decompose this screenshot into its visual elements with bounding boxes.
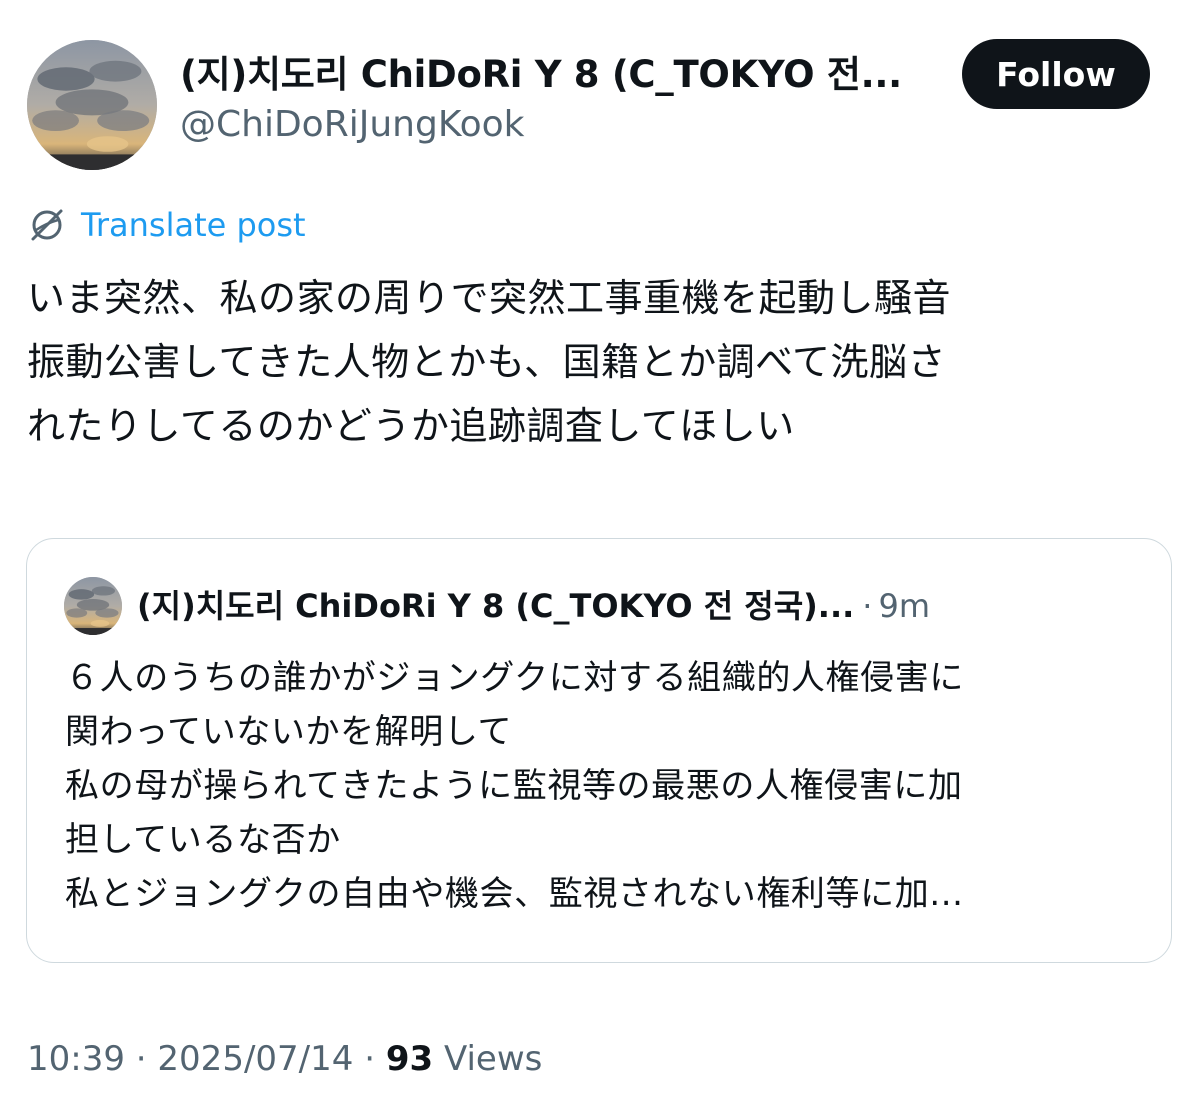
- post-line: いま突然、私の家の周りで突然工事重機を起動し騒音: [27, 276, 952, 320]
- author-handle[interactable]: @ChiDoRiJungKook: [180, 102, 525, 148]
- post-meta: 10:39 · 2025/07/14 · 93 Views: [27, 1036, 542, 1082]
- meta-separator: ·: [364, 1039, 376, 1079]
- post-date[interactable]: 2025/07/14: [157, 1039, 353, 1079]
- views-label: Views: [443, 1039, 543, 1079]
- follow-button[interactable]: Follow: [962, 39, 1150, 109]
- quoted-line: 私とジョングクの自由や機会、監視されない権利等に加...: [65, 874, 964, 914]
- post-time[interactable]: 10:39: [27, 1039, 125, 1079]
- post-line: れたりしてるのかどうか追跡調査してほしい: [27, 404, 795, 448]
- quoted-line: 担しているな否か: [65, 820, 341, 860]
- quoted-separator: ·: [862, 587, 873, 625]
- quoted-post-text: ６人のうちの誰かがジョングクに対する組織的人権侵害に 関わっていないかを解明して…: [65, 651, 1145, 921]
- translate-post-link[interactable]: Translate post: [27, 204, 306, 246]
- author-display-name[interactable]: (지)치도리 ChiDoRi Y 8 (C_TOKYO 전...: [180, 52, 940, 98]
- quoted-line: 私の母が操られてきたように監視等の最悪の人権侵害に加: [65, 766, 963, 806]
- quoted-post-card[interactable]: (지)치도리 ChiDoRi Y 8 (C_TOKYO 전 정국)... · 9…: [26, 538, 1172, 963]
- quoted-post-header: (지)치도리 ChiDoRi Y 8 (C_TOKYO 전 정국)... · 9…: [137, 583, 930, 629]
- meta-separator: ·: [135, 1039, 147, 1079]
- quoted-line: 関わっていないかを解明して: [65, 712, 513, 752]
- translate-globe-icon: [31, 209, 63, 241]
- post-line: 振動公害してきた人物とかも、国籍とか調べて洗脳さ: [27, 340, 947, 384]
- author-avatar[interactable]: [27, 40, 157, 170]
- sky-clouds-avatar-icon: [27, 40, 157, 170]
- quoted-author-avatar: [64, 577, 122, 635]
- translate-post-label: Translate post: [81, 206, 306, 244]
- quoted-author-name: (지)치도리 ChiDoRi Y 8 (C_TOKYO 전 정국)...: [137, 587, 855, 625]
- views-count[interactable]: 93: [386, 1039, 433, 1079]
- sky-clouds-avatar-icon: [64, 577, 122, 635]
- post-text: いま突然、私の家の周りで突然工事重機を起動し騒音 振動公害してきた人物とかも、国…: [27, 266, 1177, 458]
- quoted-timestamp: 9m: [878, 587, 930, 625]
- quoted-line: ６人のうちの誰かがジョングクに対する組織的人権侵害に: [65, 658, 964, 698]
